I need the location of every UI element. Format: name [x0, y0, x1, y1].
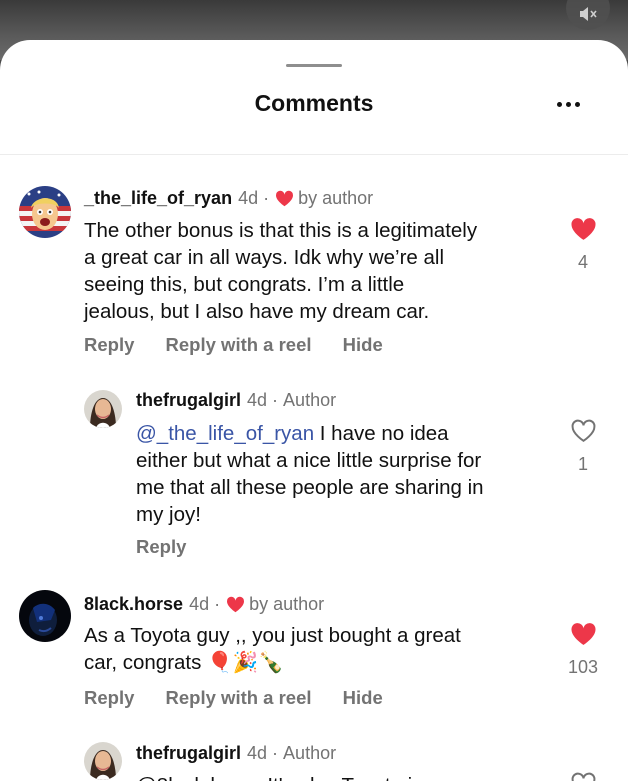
- heart-outline-icon[interactable]: [570, 772, 597, 781]
- comment-meta: thefrugalgirl 4d · Author: [136, 390, 336, 411]
- comment-username[interactable]: 8lack.horse: [84, 594, 183, 615]
- like-control: 1: [563, 419, 603, 475]
- comment-line: car, congrats 🎈🎉🍾: [84, 649, 554, 676]
- comment-line: @8lack.horse It's also Toyota is: [136, 772, 556, 781]
- mention-link[interactable]: @_the_life_of_ryan: [136, 422, 314, 445]
- comment-time: 4d: [189, 594, 210, 614]
- comment-text: @_the_life_of_ryan I have no idea either…: [136, 420, 556, 528]
- heart-icon: [276, 190, 294, 207]
- comment-meta: 8lack.horse 4d · by author: [84, 594, 324, 615]
- hide-button[interactable]: Hide: [343, 334, 383, 355]
- comment-line: me that all these people are sharing in: [136, 476, 484, 499]
- like-count: 103: [567, 657, 599, 677]
- comment-line: jealous, but I also have my dream car.: [84, 300, 430, 323]
- heart-icon: [227, 596, 245, 613]
- hide-button[interactable]: Hide: [343, 687, 383, 708]
- reply-button[interactable]: Reply: [84, 334, 134, 355]
- comment-line-text: car, congrats: [84, 651, 202, 674]
- comment-line: @_the_life_of_ryan I have no idea: [136, 420, 556, 447]
- meta-separator: ·: [272, 743, 279, 763]
- avatar[interactable]: [84, 390, 122, 428]
- like-control: 103: [554, 622, 612, 678]
- comment-line: The other bonus is that this is a legiti…: [84, 219, 478, 242]
- comment-text: @8lack.horse It's also Toyota is: [136, 772, 556, 781]
- comment-time: 4d: [238, 188, 259, 208]
- drag-handle[interactable]: [286, 64, 342, 67]
- comment-actions: Reply Reply with a reel Hide: [84, 334, 409, 356]
- avatar[interactable]: [84, 742, 122, 780]
- meta-separator: ·: [214, 594, 221, 614]
- reply-button[interactable]: Reply: [136, 536, 186, 557]
- heart-filled-icon[interactable]: [570, 622, 597, 646]
- like-count: 1: [577, 454, 588, 474]
- author-badge: Author: [283, 390, 337, 410]
- reply-button[interactable]: Reply: [84, 687, 134, 708]
- author-liked-badge: by author: [298, 188, 374, 208]
- header-divider: [0, 154, 628, 155]
- author-badge: Author: [283, 743, 337, 763]
- comment-meta: _the_life_of_ryan 4d · by author: [84, 188, 373, 209]
- comment-username[interactable]: _the_life_of_ryan: [84, 188, 232, 209]
- page-title: Comments: [254, 90, 374, 116]
- comment-meta: thefrugalgirl 4d · Author: [136, 743, 336, 764]
- comment-text: As a Toyota guy ,, you just bought a gre…: [84, 622, 554, 676]
- comment-username[interactable]: thefrugalgirl: [136, 743, 241, 764]
- emoji-group: 🎈🎉🍾: [207, 650, 284, 674]
- comment-text: The other bonus is that this is a legiti…: [84, 217, 554, 325]
- comment-line: a great car in all ways. Idk why we’re a…: [84, 246, 445, 269]
- avatar[interactable]: [19, 590, 71, 642]
- comment-line: seeing this, but congrats. I’m a little: [84, 273, 405, 296]
- more-dot-icon: [556, 101, 562, 107]
- more-dot-icon: [574, 101, 580, 107]
- comment-time: 4d: [247, 390, 268, 410]
- comment-line-rest: I have no idea: [314, 422, 449, 445]
- like-control: 4: [563, 217, 603, 273]
- comment-line: As a Toyota guy ,, you just bought a gre…: [84, 624, 461, 647]
- heart-filled-icon[interactable]: [570, 217, 597, 241]
- like-count: 4: [577, 252, 588, 272]
- meta-separator: ·: [272, 390, 279, 410]
- avatar[interactable]: [19, 186, 71, 238]
- comment-username[interactable]: thefrugalgirl: [136, 390, 241, 411]
- comment-line: either but what a nice little surprise f…: [136, 449, 482, 472]
- reply-with-reel-button[interactable]: Reply with a reel: [166, 687, 312, 708]
- like-control: [563, 772, 603, 781]
- author-liked-badge: by author: [249, 594, 325, 614]
- heart-outline-icon[interactable]: [570, 419, 597, 443]
- reply-with-reel-button[interactable]: Reply with a reel: [166, 334, 312, 355]
- comment-actions: Reply Reply with a reel Hide: [84, 687, 409, 709]
- more-options-button[interactable]: [550, 92, 586, 116]
- speaker-muted-icon: [580, 7, 597, 21]
- comment-time: 4d: [247, 743, 268, 763]
- comment-actions: Reply: [136, 536, 212, 558]
- more-dot-icon: [565, 101, 571, 107]
- meta-separator: ·: [263, 188, 270, 208]
- comments-sheet: Comments _the_life_of_ryan 4d · by autho…: [0, 40, 628, 781]
- comment-line: my joy!: [136, 503, 201, 526]
